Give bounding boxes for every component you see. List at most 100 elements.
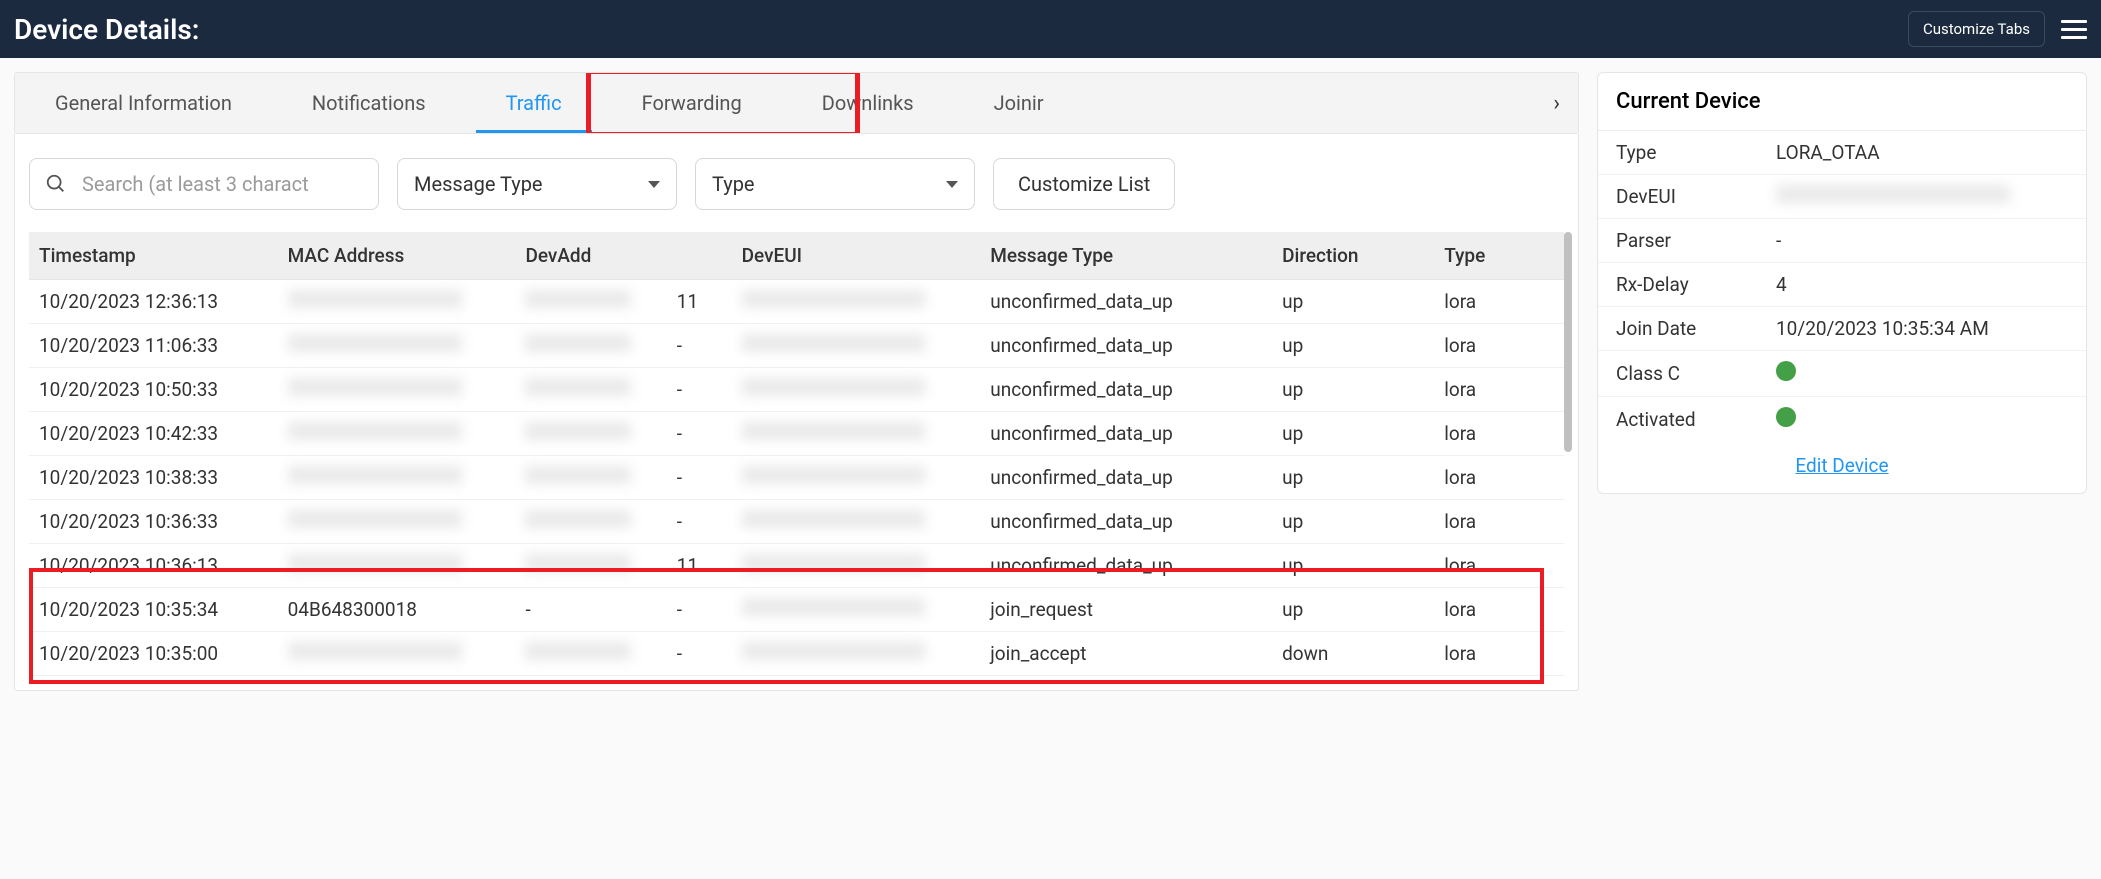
cell-mac [278,412,516,456]
tab-downlinks[interactable]: Downlinks [782,73,954,133]
tab-notifications[interactable]: Notifications [272,73,466,133]
cell-timestamp: 10/20/2023 10:35:00 [29,632,278,676]
cell-devadd [515,544,666,588]
cell-devadd [515,412,666,456]
redacted-value [742,510,925,528]
table-row[interactable]: 10/20/2023 10:36:1311unconfirmed_data_up… [29,544,1564,588]
cell-deveui [732,412,981,456]
cell-direction: down [1272,632,1434,676]
traffic-table: Timestamp MAC Address DevAdd DevEUI Mess… [29,232,1564,676]
col-msgtype[interactable]: Message Type [980,232,1272,280]
tab-general-information[interactable]: General Information [15,73,272,133]
cell-fcnt: - [667,324,732,368]
redacted-value [525,554,630,572]
redacted-value [742,290,925,308]
cell-type: lora [1434,500,1564,544]
table-row[interactable]: 10/20/2023 10:38:33-unconfirmed_data_upu… [29,456,1564,500]
redacted-value [525,422,630,440]
cell-deveui [732,456,981,500]
cell-direction: up [1272,368,1434,412]
col-deveui[interactable]: DevEUI [732,232,981,280]
redacted-value [288,378,462,396]
col-devadd[interactable]: DevAdd [515,232,666,280]
customize-tabs-button[interactable]: Customize Tabs [1908,11,2045,47]
redacted-value [288,642,462,660]
redacted-value [525,334,630,352]
top-bar: Device Details: Customize Tabs [0,0,2101,58]
message-type-select[interactable]: Message Type [397,158,677,210]
cell-type: lora [1434,324,1564,368]
kv-joindate: Join Date10/20/2023 10:35:34 AM [1598,307,2086,351]
cell-msgtype: join_request [980,588,1272,632]
redacted-value [742,334,925,352]
kv-deveui: DevEUI [1598,175,2086,219]
edit-device-link[interactable]: Edit Device [1598,442,2086,493]
col-timestamp[interactable]: Timestamp [29,232,278,280]
cell-type: lora [1434,456,1564,500]
redacted-value [525,510,630,528]
cell-fcnt: 11 [667,280,732,324]
customize-list-button[interactable]: Customize List [993,158,1175,210]
redacted-value [742,378,925,396]
col-type[interactable]: Type [1434,232,1564,280]
cell-fcnt: - [667,456,732,500]
cell-timestamp: 10/20/2023 12:36:13 [29,280,278,324]
cell-fcnt: - [667,368,732,412]
cell-direction: up [1272,544,1434,588]
message-type-select-label: Message Type [414,172,543,196]
cell-fcnt: - [667,500,732,544]
table-row[interactable]: 10/20/2023 10:35:3404B648300018--join_re… [29,588,1564,632]
cell-timestamp: 10/20/2023 10:50:33 [29,368,278,412]
hamburger-menu-icon[interactable] [2061,20,2087,39]
table-row[interactable]: 10/20/2023 10:35:00-join_acceptdownlora [29,632,1564,676]
traffic-table-wrap: Timestamp MAC Address DevAdd DevEUI Mess… [29,232,1564,676]
cell-type: lora [1434,632,1564,676]
cell-deveui [732,632,981,676]
table-row[interactable]: 10/20/2023 10:36:33-unconfirmed_data_upu… [29,500,1564,544]
redacted-value [525,290,630,308]
cell-devadd: - [515,588,666,632]
cell-mac [278,280,516,324]
cell-mac [278,368,516,412]
scrollbar[interactable] [1564,232,1572,452]
status-dot-green-icon [1776,361,1796,381]
tab-joining[interactable]: Joinir [954,73,1084,133]
search-input[interactable] [29,158,379,210]
kv-type: TypeLORA_OTAA [1598,131,2086,175]
tabs-scroll-right-icon[interactable]: › [1535,91,1578,116]
tabs-bar: General Information Notifications Traffi… [14,72,1579,134]
table-row[interactable]: 10/20/2023 10:50:33-unconfirmed_data_upu… [29,368,1564,412]
redacted-value [288,554,462,572]
table-row[interactable]: 10/20/2023 10:42:33-unconfirmed_data_upu… [29,412,1564,456]
tab-forwarding[interactable]: Forwarding [602,73,782,133]
controls-row: Message Type Type Customize List [29,158,1564,210]
redacted-value [288,422,462,440]
tab-traffic[interactable]: Traffic [466,73,602,133]
col-fcnt[interactable] [667,232,732,280]
redacted-value [525,466,630,484]
cell-timestamp: 10/20/2023 10:38:33 [29,456,278,500]
cell-type: lora [1434,368,1564,412]
cell-direction: up [1272,412,1434,456]
redacted-value [525,642,630,660]
cell-direction: up [1272,324,1434,368]
cell-msgtype: unconfirmed_data_up [980,500,1272,544]
cell-mac: 04B648300018 [278,588,516,632]
page-title: Device Details: [14,13,199,46]
redacted-value [742,554,925,572]
cell-devadd [515,324,666,368]
cell-devadd [515,632,666,676]
table-row[interactable]: 10/20/2023 12:36:1311unconfirmed_data_up… [29,280,1564,324]
col-direction[interactable]: Direction [1272,232,1434,280]
cell-fcnt: - [667,632,732,676]
chevron-down-icon [946,181,958,188]
cell-direction: up [1272,456,1434,500]
table-row[interactable]: 10/20/2023 11:06:33-unconfirmed_data_upu… [29,324,1564,368]
table-header-row: Timestamp MAC Address DevAdd DevEUI Mess… [29,232,1564,280]
cell-fcnt: 11 [667,544,732,588]
redacted-value [288,334,462,352]
col-mac[interactable]: MAC Address [278,232,516,280]
type-select[interactable]: Type [695,158,975,210]
cell-msgtype: unconfirmed_data_up [980,412,1272,456]
kv-parser: Parser- [1598,219,2086,263]
